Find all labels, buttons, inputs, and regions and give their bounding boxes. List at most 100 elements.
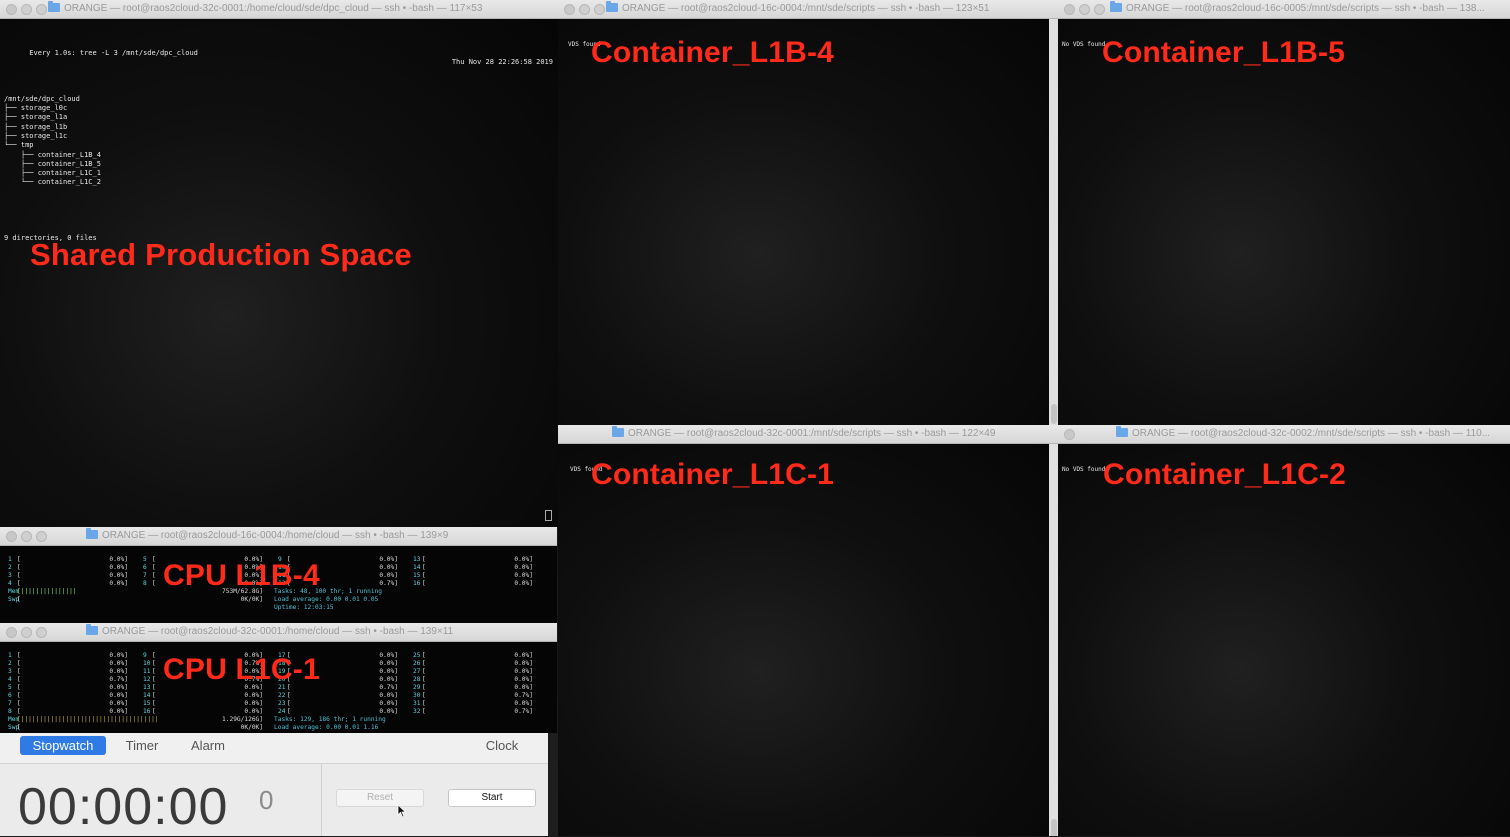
- window-titlebar[interactable]: ORANGE — root@raos2cloud-32c-0001:/mnt/s…: [558, 425, 1058, 444]
- window-titlebar[interactable]: ORANGE — root@raos2cloud-32c-0001:/home/…: [0, 623, 557, 642]
- cpu-usage-value: 0.0%]: [379, 652, 398, 659]
- close-window-button[interactable]: [564, 4, 575, 15]
- terminal-output[interactable]: Every 1.0s: tree -L 3 /mnt/sde/dpc_cloud…: [0, 19, 557, 527]
- minimize-window-button[interactable]: [21, 4, 32, 15]
- window-titlebar[interactable]: ORANGE — root@raos2cloud-16c-0004:/mnt/s…: [558, 0, 1058, 19]
- tree-line: ├── container_L1B_5: [4, 159, 101, 168]
- terminal-window-htop-l1c-1[interactable]: ORANGE — root@raos2cloud-32c-0001:/home/…: [0, 623, 557, 733]
- terminal-window-shared-production[interactable]: ORANGE — root@raos2cloud-32c-0001:/home/…: [0, 0, 567, 527]
- window-title: ORANGE — root@raos2cloud-16c-0005:/mnt/s…: [1126, 3, 1485, 14]
- close-window-button[interactable]: [1064, 4, 1075, 15]
- minimize-window-button[interactable]: [21, 531, 32, 542]
- cpu-usage-value: 0.7%]: [109, 676, 128, 683]
- window-controls[interactable]: [564, 4, 609, 18]
- terminal-window-container-l1b-5[interactable]: ORANGE — root@raos2cloud-16c-0005:/mnt/s…: [1058, 0, 1510, 425]
- terminal-output[interactable]: VDS found: [558, 19, 1058, 425]
- zoom-window-button[interactable]: [36, 4, 47, 15]
- window-controls[interactable]: [1064, 4, 1109, 18]
- cpu-core-number: 10: [143, 660, 151, 667]
- cpu-meter-bracket: [: [422, 580, 426, 587]
- terminal-window-container-l1b-4[interactable]: ORANGE — root@raos2cloud-16c-0004:/mnt/s…: [558, 0, 1058, 425]
- tab-stopwatch[interactable]: Stopwatch: [20, 736, 106, 755]
- cpu-meter-bracket: [: [17, 652, 21, 659]
- cpu-meter-row: 29[0.0%]: [413, 684, 533, 692]
- overlay-label-shared-production: Shared Production Space: [30, 237, 412, 272]
- uptime-line: Uptime: 12:03:15: [274, 604, 334, 611]
- terminal-output[interactable]: No VDS found: [1058, 19, 1510, 425]
- zoom-window-button[interactable]: [36, 627, 47, 638]
- cpu-usage-value: 0.0%]: [379, 556, 398, 563]
- cpu-meter-row: 1 [0.0%]: [8, 556, 128, 564]
- terminal-output[interactable]: VDS found: [558, 444, 1058, 836]
- terminal-window-container-l1c-1[interactable]: ORANGE — root@raos2cloud-32c-0001:/mnt/s…: [558, 425, 1058, 836]
- cpu-meter-bracket: [: [287, 692, 291, 699]
- clock-app-title: Clock: [485, 738, 519, 753]
- clock-app-window[interactable]: Stopwatch Timer Alarm Clock 00:00:00 0 R…: [0, 733, 548, 836]
- load-average-line: Load average: 0.00 0.01 1.16: [274, 724, 379, 731]
- cpu-meter-row: 15[0.0%]: [413, 572, 533, 580]
- cpu-meter-bracket: [: [152, 660, 156, 667]
- cpu-usage-value: 0.0%]: [514, 556, 533, 563]
- window-title: ORANGE — root@raos2cloud-16c-0004:/mnt/s…: [622, 3, 990, 14]
- zoom-window-button[interactable]: [1094, 4, 1105, 15]
- window-titlebar[interactable]: ORANGE — root@raos2cloud-16c-0005:/mnt/s…: [1058, 0, 1510, 19]
- minimize-window-button[interactable]: [21, 627, 32, 638]
- cpu-usage-value: 0.0%]: [244, 700, 263, 707]
- terminal-output[interactable]: No VDS found: [1058, 444, 1510, 836]
- close-window-button[interactable]: [6, 4, 17, 15]
- cpu-meter-row: 1 [0.0%]: [8, 652, 128, 660]
- overlay-label-container-l1b-5: Container_L1B-5: [1102, 36, 1346, 69]
- cpu-core-number: 5: [143, 556, 147, 563]
- cpu-meter-bracket: [: [152, 572, 156, 579]
- tab-timer[interactable]: Timer: [114, 736, 170, 755]
- window-controls[interactable]: [6, 531, 51, 545]
- cpu-meter-column: 1 [0.0%] 2 [0.0%] 3 [0.0%] 4 [0.7%] 5 [0.0%] 6 [0.0…: [8, 652, 128, 716]
- tree-line: ├── storage_l1b: [4, 122, 68, 131]
- cpu-meter-row: 25[0.0%]: [413, 652, 533, 660]
- terminal-window-container-l1c-2[interactable]: ORANGE — root@raos2cloud-32c-0002:/mnt/s…: [1058, 425, 1510, 836]
- cpu-usage-value: 0.0%]: [109, 564, 128, 571]
- close-window-button[interactable]: [6, 531, 17, 542]
- cpu-usage-value: 0.0%]: [514, 572, 533, 579]
- window-title: ORANGE — root@raos2cloud-32c-0002:/mnt/s…: [1132, 428, 1491, 439]
- folder-icon: [1110, 1, 1122, 12]
- zoom-window-button[interactable]: [36, 531, 47, 542]
- mouse-pointer-icon: [397, 804, 407, 818]
- zoom-window-button[interactable]: [594, 4, 605, 15]
- cpu-meter-bracket: [: [152, 700, 156, 707]
- window-controls[interactable]: [6, 627, 51, 641]
- cpu-meter-bracket: [: [17, 564, 21, 571]
- scrollbar[interactable]: [1049, 19, 1058, 425]
- window-titlebar[interactable]: ORANGE — root@raos2cloud-32c-0002:/mnt/s…: [1058, 425, 1510, 444]
- cpu-core-number: 13: [413, 556, 421, 563]
- scrollbar[interactable]: [1049, 444, 1058, 836]
- start-button[interactable]: Start: [448, 789, 536, 807]
- cpu-core-number: 1: [8, 652, 12, 659]
- window-titlebar[interactable]: ORANGE — root@raos2cloud-16c-0004:/home/…: [0, 527, 557, 546]
- cpu-meter-bracket: [: [422, 708, 426, 715]
- window-titlebar[interactable]: ORANGE — root@raos2cloud-32c-0001:/home/…: [0, 0, 567, 19]
- scrollbar-thumb[interactable]: [1051, 819, 1057, 836]
- scrollbar-thumb[interactable]: [1051, 404, 1057, 424]
- window-controls[interactable]: [6, 4, 51, 18]
- terminal-window-htop-l1b-4[interactable]: ORANGE — root@raos2cloud-16c-0004:/home/…: [0, 527, 557, 623]
- close-window-button[interactable]: [6, 627, 17, 638]
- minimize-window-button[interactable]: [579, 4, 590, 15]
- cpu-meter-row: 13[0.0%]: [413, 556, 533, 564]
- cpu-usage-value: 0.0%]: [514, 564, 533, 571]
- cpu-core-number: 12: [143, 676, 151, 683]
- minimize-window-button[interactable]: [1079, 4, 1090, 15]
- window-controls[interactable]: [1064, 429, 1079, 443]
- cpu-meter-bracket: [: [152, 652, 156, 659]
- close-window-button[interactable]: [1064, 429, 1075, 440]
- stopwatch-time: 00:00:00: [18, 778, 229, 836]
- cpu-meter-row: 32[0.7%]: [413, 708, 533, 716]
- cpu-core-number: 16: [143, 708, 151, 715]
- reset-button[interactable]: Reset: [336, 789, 424, 807]
- tab-alarm[interactable]: Alarm: [180, 736, 236, 755]
- tree-line: ├── storage_l1a: [4, 113, 68, 122]
- cpu-usage-value: 0.0%]: [379, 708, 398, 715]
- cpu-meter-bracket: [: [152, 684, 156, 691]
- tree-line: ├── storage_l1c: [4, 131, 68, 140]
- cpu-core-number: 31: [413, 700, 421, 707]
